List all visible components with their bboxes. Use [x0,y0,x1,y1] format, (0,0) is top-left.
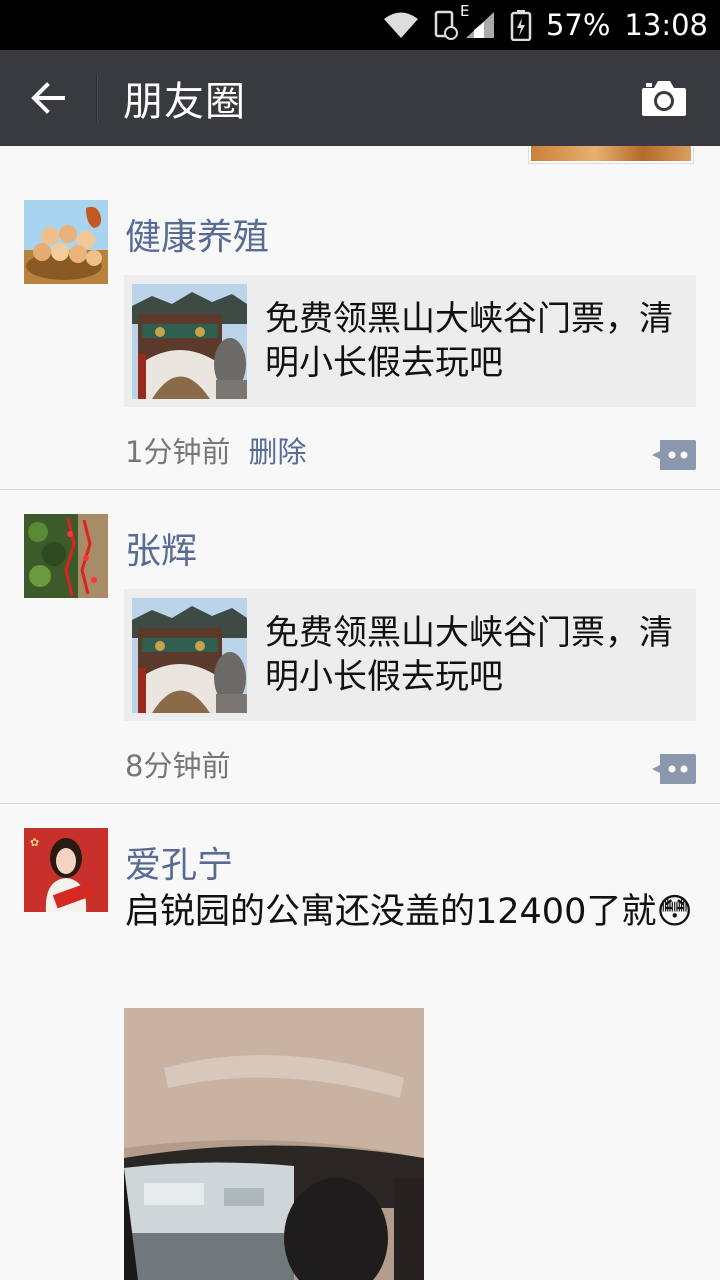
emoji-flushed-icon: 😳 [656,892,693,932]
post-meta: 8分钟前 [125,743,230,785]
battery-percent: 57% [545,8,611,42]
avatar[interactable]: ✿ [24,828,108,912]
network-type-label: E [459,2,470,20]
post-time: 1分钟前 [125,435,231,469]
signal-icon: E [460,2,496,40]
delete-link[interactable]: 删除 [248,435,306,469]
shared-link-card[interactable]: 免费领黑山大峡谷门票，清明小长假去玩吧 [124,275,696,407]
moments-feed[interactable]: 健康养殖 免费领黑山大峡谷门票，清明小长假去玩吧 1分钟前 删除 张辉 免费领黑… [0,146,720,1280]
link-thumbnail [132,597,247,713]
post-text-content: 启锐园的公寓还没盖的12400了就 [125,892,657,932]
clock-time: 13:08 [624,8,708,42]
wifi-icon [382,10,420,40]
avatar[interactable] [24,514,108,598]
post-meta: 1分钟前 删除 [125,429,306,471]
poster-name[interactable]: 张辉 [125,522,197,574]
poster-name[interactable]: 爱孔宁 [125,836,233,888]
page-title: 朋友圈 [123,79,246,125]
link-title: 免费领黑山大峡谷门票，清明小长假去玩吧 [265,299,673,383]
comment-icon [652,754,696,784]
link-thumbnail [132,283,247,399]
shared-link-card[interactable]: 免费领黑山大峡谷门票，清明小长假去玩吧 [124,589,696,721]
avatar[interactable] [24,200,108,284]
battery-icon [510,9,532,41]
poster-name[interactable]: 健康养殖 [125,208,269,260]
title-bar: 朋友圈 [0,50,720,146]
post-time: 8分钟前 [125,749,231,783]
comment-icon [652,440,696,470]
camera-icon [642,81,686,116]
comment-button[interactable] [652,754,696,784]
post-photo[interactable] [124,1008,424,1280]
post-text: 启锐园的公寓还没盖的12400了就😳 [125,886,695,938]
link-title: 免费领黑山大峡谷门票，清明小长假去玩吧 [265,613,673,697]
status-bar: E 57% 13:08 [0,0,720,50]
comment-button[interactable] [652,440,696,470]
camera-button[interactable] [638,72,690,124]
svg-text:✿: ✿ [30,836,39,849]
sim-icon [434,10,460,40]
back-button[interactable] [0,50,96,146]
arrow-left-icon [31,82,65,114]
previous-post-image[interactable] [528,146,694,164]
post-divider [0,803,720,804]
title-divider [96,74,97,122]
post-divider [0,489,720,490]
